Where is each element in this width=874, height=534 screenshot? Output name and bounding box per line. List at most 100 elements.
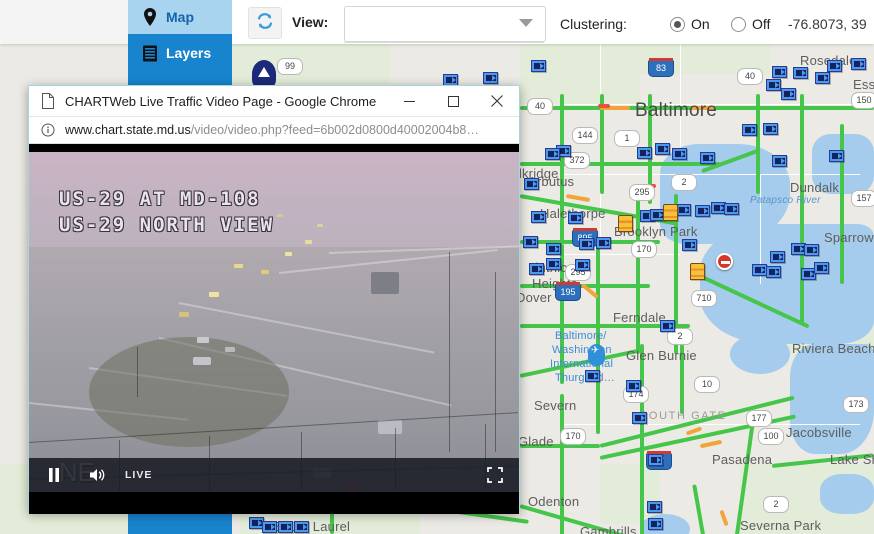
traffic-camera-icon[interactable] [524, 178, 539, 190]
traffic-segment [756, 94, 760, 194]
traffic-segment [840, 124, 844, 284]
traffic-camera-icon[interactable] [545, 148, 560, 160]
traffic-camera-icon[interactable] [294, 521, 309, 533]
map-place-label: SOUTH GATE [640, 410, 727, 422]
clustering-on-radio[interactable] [670, 17, 685, 32]
traffic-camera-icon[interactable] [770, 251, 785, 263]
traffic-camera-icon[interactable] [772, 66, 787, 78]
close-button[interactable] [475, 86, 519, 116]
traffic-camera-icon[interactable] [546, 258, 561, 270]
map-street [560, 174, 860, 175]
traffic-camera-icon[interactable] [568, 212, 583, 224]
view-label: View: [292, 14, 329, 30]
road-closure-icon[interactable] [716, 253, 733, 270]
route-shield: 150 [851, 92, 874, 109]
map-place-label: Baltimore [635, 100, 718, 121]
traffic-camera-icon[interactable] [579, 238, 594, 250]
chrome-video-window[interactable]: CHARTWeb Live Traffic Video Page - Googl… [28, 85, 520, 514]
traffic-camera-icon[interactable] [772, 155, 787, 167]
traffic-camera-icon[interactable] [648, 518, 663, 530]
minimize-button[interactable] [387, 86, 431, 116]
traffic-camera-icon[interactable] [647, 501, 662, 513]
pause-icon[interactable] [39, 458, 69, 492]
route-shield: 2 [671, 174, 697, 191]
traffic-camera-icon[interactable] [815, 72, 830, 84]
map-place-label: Ferndale [613, 310, 666, 325]
info-circle-icon[interactable] [41, 123, 55, 137]
volume-icon[interactable] [83, 458, 113, 492]
traffic-camera-icon[interactable] [483, 72, 498, 84]
video-vehicle [277, 214, 283, 217]
traffic-camera-icon[interactable] [278, 521, 293, 533]
tab-layers-label: Layers [166, 45, 212, 61]
construction-barrel-icon[interactable] [663, 204, 678, 221]
traffic-camera-icon[interactable] [781, 88, 796, 100]
traffic-camera-icon[interactable] [262, 521, 277, 533]
traffic-camera-icon[interactable] [585, 370, 600, 382]
traffic-camera-icon[interactable] [575, 259, 590, 271]
traffic-camera-icon[interactable] [626, 380, 641, 392]
traffic-camera-icon[interactable] [814, 262, 829, 274]
route-shield: 99 [277, 58, 303, 75]
route-shield: 40 [527, 98, 553, 115]
traffic-camera-icon[interactable] [766, 79, 781, 91]
traffic-camera-icon[interactable] [531, 60, 546, 72]
traffic-camera-icon[interactable] [793, 67, 808, 79]
video-vehicle [378, 420, 402, 434]
video-player[interactable]: US-29 AT MD-108 US-29 NORTH VIEW NE LIVE [29, 144, 519, 514]
route-shield: 157 [851, 190, 874, 207]
map-water-creek [820, 474, 874, 514]
traffic-camera-icon[interactable] [632, 412, 647, 424]
traffic-camera-icon[interactable] [829, 150, 844, 162]
clustering-on-label: On [691, 16, 710, 32]
traffic-camera-icon[interactable] [827, 60, 842, 72]
map-place-label: Patapsco River [750, 195, 821, 206]
traffic-camera-icon[interactable] [851, 58, 866, 70]
traffic-camera-icon[interactable] [804, 244, 819, 256]
video-vehicle [261, 270, 269, 274]
traffic-camera-icon[interactable] [763, 123, 778, 135]
traffic-camera-icon[interactable] [531, 211, 546, 223]
video-frame: US-29 AT MD-108 US-29 NORTH VIEW NE [29, 152, 519, 492]
view-input[interactable] [344, 6, 546, 42]
traffic-camera-icon[interactable] [529, 263, 544, 275]
traffic-camera-icon[interactable] [523, 236, 538, 248]
map-place-label: Essex [853, 77, 874, 92]
traffic-camera-icon[interactable] [766, 266, 781, 278]
tab-map[interactable]: Map [128, 0, 232, 34]
video-vehicle [209, 292, 219, 297]
traffic-camera-icon[interactable] [700, 152, 715, 164]
traffic-camera-icon[interactable] [752, 264, 767, 276]
construction-barrel-icon[interactable] [690, 263, 705, 280]
traffic-camera-icon[interactable] [682, 239, 697, 251]
video-pole [137, 347, 138, 397]
chevron-down-icon[interactable] [519, 19, 533, 27]
chrome-address-bar[interactable]: www.chart.state.md.us/video/video.php?fe… [29, 117, 519, 144]
video-vehicle [193, 357, 211, 365]
construction-barrel-icon[interactable] [618, 215, 633, 232]
traffic-camera-icon[interactable] [637, 147, 652, 159]
chrome-title-bar[interactable]: CHARTWeb Live Traffic Video Page - Googl… [29, 86, 519, 117]
traffic-camera-icon[interactable] [596, 237, 611, 249]
traffic-camera-icon[interactable] [672, 148, 687, 160]
traffic-camera-icon[interactable] [546, 243, 561, 255]
refresh-button[interactable] [248, 7, 282, 39]
traffic-camera-icon[interactable] [655, 143, 670, 155]
map-place-label: Lake Shore [830, 452, 874, 467]
traffic-camera-icon[interactable] [724, 203, 739, 215]
traffic-segment-slow [565, 193, 591, 203]
maximize-button[interactable] [431, 86, 475, 116]
airport-pin-icon[interactable] [588, 344, 605, 366]
video-control-bar[interactable]: LIVE [29, 458, 519, 492]
traffic-camera-icon[interactable] [648, 454, 663, 466]
app-root: WoodlawnBaltimoreRosedaleEssexDundalkArb… [0, 0, 874, 534]
traffic-camera-icon[interactable] [660, 320, 675, 332]
traffic-camera-icon[interactable] [695, 205, 710, 217]
map-place-label: Glen Burnie [626, 348, 697, 363]
tab-layers[interactable]: Layers [128, 34, 232, 72]
traffic-camera-icon[interactable] [742, 124, 757, 136]
map-place-label: Sparrows [824, 230, 874, 245]
fullscreen-icon[interactable] [485, 458, 505, 492]
clustering-off-radio[interactable] [731, 17, 746, 32]
traffic-camera-icon[interactable] [676, 204, 691, 216]
